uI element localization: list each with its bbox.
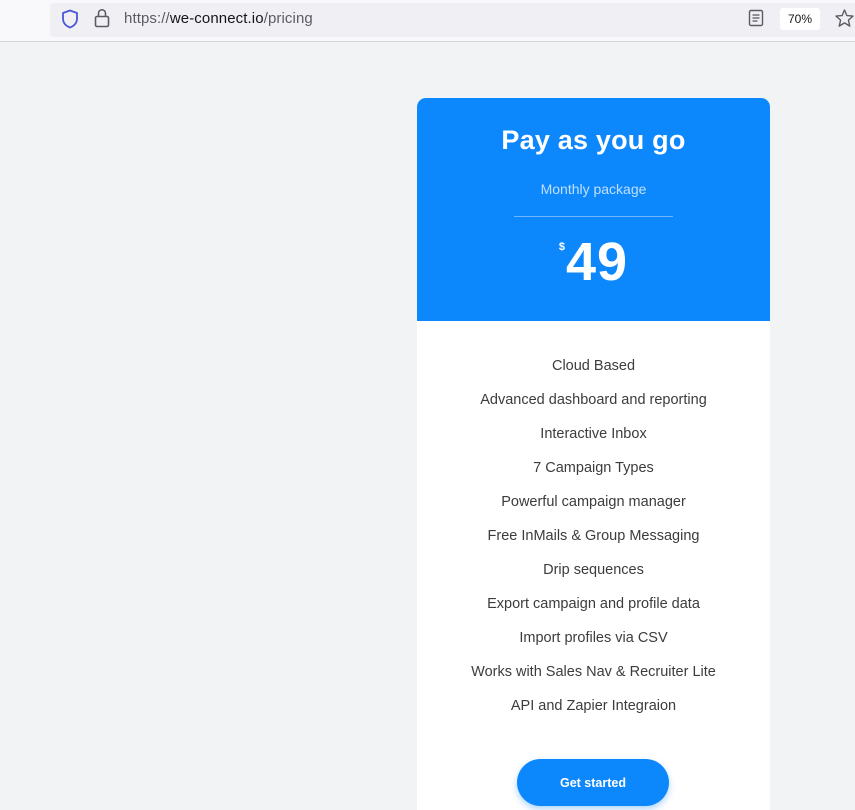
feature-list: Cloud Based Advanced dashboard and repor… (417, 356, 770, 730)
browser-toolbar: https://we-connect.io/pricing 70% (0, 0, 855, 42)
feature-item: 7 Campaign Types (533, 460, 654, 476)
shield-icon[interactable] (61, 9, 79, 29)
plan-title: Pay as you go (501, 125, 686, 155)
bookmark-star-icon[interactable] (834, 8, 855, 29)
pricing-card-header: Pay as you go Monthly package $ 49 (417, 98, 770, 321)
feature-item: Export campaign and profile data (487, 596, 700, 612)
lock-icon[interactable] (94, 8, 110, 28)
price-value: 49 (566, 232, 629, 292)
feature-item: Cloud Based (551, 358, 636, 374)
feature-item: Interactive Inbox (540, 426, 647, 442)
feature-item: Works with Sales Nav & Recruiter Lite (471, 664, 716, 680)
feature-item: Free InMails & Group Messaging (487, 528, 700, 544)
url-scheme: https:// (124, 10, 170, 27)
url-path: /pricing (263, 10, 313, 27)
zoom-level-button[interactable]: 70% (780, 8, 820, 30)
feature-item: Powerful campaign manager (501, 494, 686, 510)
feature-item: Import profiles via CSV (519, 630, 668, 646)
reader-view-icon[interactable] (748, 9, 764, 27)
plan-divider (514, 216, 673, 217)
feature-item: API and Zapier Integraion (510, 698, 677, 714)
feature-item: Advanced dashboard and reporting (480, 392, 707, 408)
url-domain: we-connect.io (169, 10, 264, 27)
pricing-card-body: Cloud Based Advanced dashboard and repor… (417, 321, 770, 810)
feature-item: Drip sequences (543, 562, 644, 578)
url-text[interactable]: https://we-connect.io/pricing (124, 10, 313, 27)
plan-subtitle: Monthly package (540, 181, 647, 197)
price-currency: $ (558, 241, 566, 253)
get-started-button[interactable]: Get started (517, 759, 669, 806)
plan-price: $ 49 (417, 230, 770, 294)
